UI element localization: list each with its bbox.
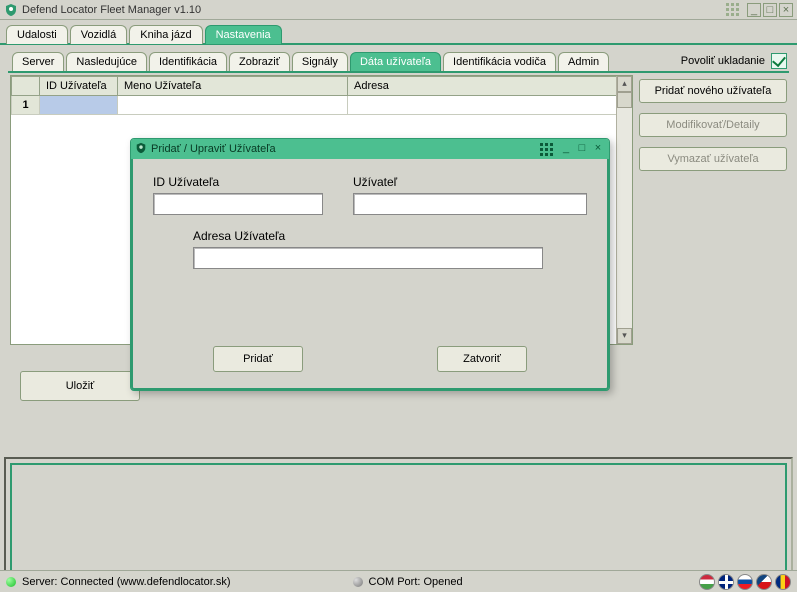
dialog-titlebar[interactable]: Pridať / Upraviť Užívateľa _ □ ×: [131, 139, 609, 159]
user-address-input[interactable]: [193, 247, 543, 269]
scroll-thumb[interactable]: [617, 92, 632, 108]
add-edit-user-dialog: Pridať / Upraviť Užívateľa _ □ × ID Užív…: [130, 138, 610, 391]
main-tabs: Udalosti Vozidlá Kniha jázd Nastavenia: [0, 20, 797, 45]
tab-label: Vozidlá: [81, 29, 116, 41]
subtab-driver-id[interactable]: Identifikácia vodiča: [443, 52, 556, 72]
tab-events[interactable]: Udalosti: [6, 25, 68, 44]
tab-label: Signály: [302, 56, 338, 68]
button-label: Uložiť: [66, 380, 95, 392]
user-address-label: Adresa Užívateľa: [193, 229, 587, 243]
tab-label: Admin: [568, 56, 599, 68]
subtab-identification[interactable]: Identifikácia: [149, 52, 227, 72]
window-grip-icon: [726, 3, 739, 16]
subtab-admin[interactable]: Admin: [558, 52, 609, 72]
dialog-title: Pridať / Upraviť Užívateľa: [151, 143, 540, 155]
scroll-up-icon[interactable]: ▴: [617, 76, 632, 92]
dialog-minimize-button[interactable]: _: [559, 142, 573, 156]
delete-user-button[interactable]: Vymazať užívateľa: [639, 147, 787, 171]
language-flags: [699, 574, 791, 590]
tab-label: Kniha jázd: [140, 29, 191, 41]
dialog-maximize-button[interactable]: □: [575, 142, 589, 156]
app-title: Defend Locator Fleet Manager v1.10: [22, 4, 201, 16]
subtab-display[interactable]: Zobraziť: [229, 52, 290, 72]
tab-settings[interactable]: Nastavenia: [205, 25, 282, 44]
user-name-input[interactable]: [353, 193, 587, 215]
com-status-text: COM Port: Opened: [369, 576, 463, 588]
user-name-label: Užívateľ: [353, 175, 587, 189]
table-row[interactable]: 1: [12, 96, 632, 115]
flag-hu-icon[interactable]: [699, 574, 715, 590]
subtab-user-data[interactable]: Dáta užívateľa: [350, 52, 441, 72]
com-status-led-icon: [353, 577, 363, 587]
modify-details-button[interactable]: Modifikovať/Detaily: [639, 113, 787, 137]
close-button[interactable]: ×: [779, 3, 793, 17]
flag-ro-icon[interactable]: [775, 574, 791, 590]
flag-cz-icon[interactable]: [756, 574, 772, 590]
bottom-panel: [4, 457, 793, 579]
col-name-header[interactable]: Meno Užívateľa: [118, 77, 348, 96]
dialog-close-button[interactable]: ×: [591, 142, 605, 156]
tab-label: Zobraziť: [239, 56, 280, 68]
col-addr-header[interactable]: Adresa: [348, 77, 632, 96]
tab-label: Server: [22, 56, 54, 68]
tab-label: Nastavenia: [216, 29, 271, 41]
app-titlebar: Defend Locator Fleet Manager v1.10 _ □ ×: [0, 0, 797, 20]
subtab-following[interactable]: Nasledujúce: [66, 52, 147, 72]
tab-label: Identifikácia vodiča: [453, 56, 546, 68]
save-button[interactable]: Uložiť: [20, 371, 140, 401]
tab-label: Dáta užívateľa: [360, 56, 431, 68]
subtab-signals[interactable]: Signály: [292, 52, 348, 72]
table-header-row: ID Užívateľa Meno Užívateľa Adresa: [12, 77, 632, 96]
user-id-label: ID Užívateľa: [153, 175, 323, 189]
button-label: Pridať: [243, 353, 273, 365]
tab-vehicles[interactable]: Vozidlá: [70, 25, 127, 44]
add-user-button[interactable]: Pridať nového užívateľa: [639, 79, 787, 103]
dialog-close-btn[interactable]: Zatvoriť: [437, 346, 527, 372]
col-id-header[interactable]: ID Užívateľa: [40, 77, 118, 96]
server-status-led-icon: [6, 577, 16, 587]
tab-trip-log[interactable]: Kniha jázd: [129, 25, 202, 44]
maximize-button[interactable]: □: [763, 3, 777, 17]
row-number: 1: [12, 96, 40, 115]
scroll-down-icon[interactable]: ▾: [617, 328, 632, 344]
dialog-add-button[interactable]: Pridať: [213, 346, 303, 372]
button-label: Pridať nového užívateľa: [655, 85, 772, 97]
tab-label: Udalosti: [17, 29, 57, 41]
allow-save-label: Povoliť ukladanie: [681, 55, 765, 67]
cell-name[interactable]: [118, 96, 348, 115]
flag-en-icon[interactable]: [718, 574, 734, 590]
server-status-text: Server: Connected (www.defendlocator.sk): [22, 576, 231, 588]
flag-sk-icon[interactable]: [737, 574, 753, 590]
button-label: Modifikovať/Detaily: [666, 119, 759, 131]
button-label: Vymazať užívateľa: [667, 153, 758, 165]
cell-addr[interactable]: [348, 96, 632, 115]
status-bar: Server: Connected (www.defendlocator.sk)…: [0, 570, 797, 592]
dialog-grip-icon: [540, 143, 553, 156]
tab-label: Nasledujúce: [76, 56, 137, 68]
user-id-input[interactable]: [153, 193, 323, 215]
sub-tabs: Server Nasledujúce Identifikácia Zobrazi…: [12, 51, 611, 71]
button-label: Zatvoriť: [463, 353, 501, 365]
table-scrollbar[interactable]: ▴ ▾: [616, 76, 632, 344]
app-icon: [4, 3, 18, 17]
allow-save-checkbox[interactable]: [771, 53, 787, 69]
dialog-app-icon: [135, 142, 147, 157]
subtab-server[interactable]: Server: [12, 52, 64, 72]
tab-label: Identifikácia: [159, 56, 217, 68]
cell-id[interactable]: [40, 96, 118, 115]
minimize-button[interactable]: _: [747, 3, 761, 17]
